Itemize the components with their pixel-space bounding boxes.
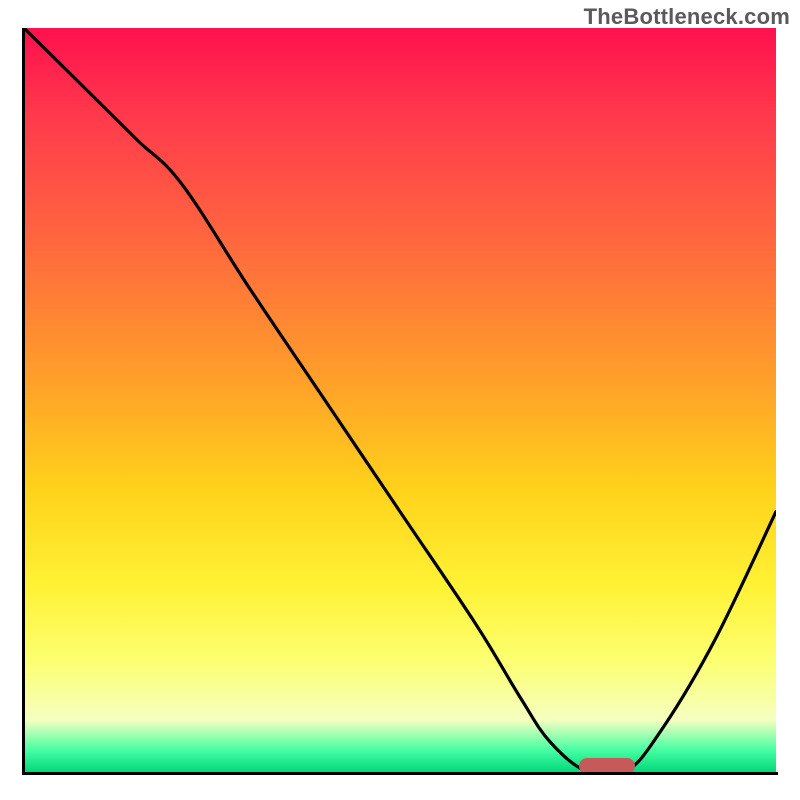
watermark-text: TheBottleneck.com (584, 4, 790, 30)
plot-area (24, 28, 776, 772)
chart-container: TheBottleneck.com (0, 0, 800, 800)
bottleneck-curve (24, 28, 776, 772)
y-axis (22, 28, 25, 775)
x-axis (22, 772, 778, 775)
curve-svg (24, 28, 776, 772)
